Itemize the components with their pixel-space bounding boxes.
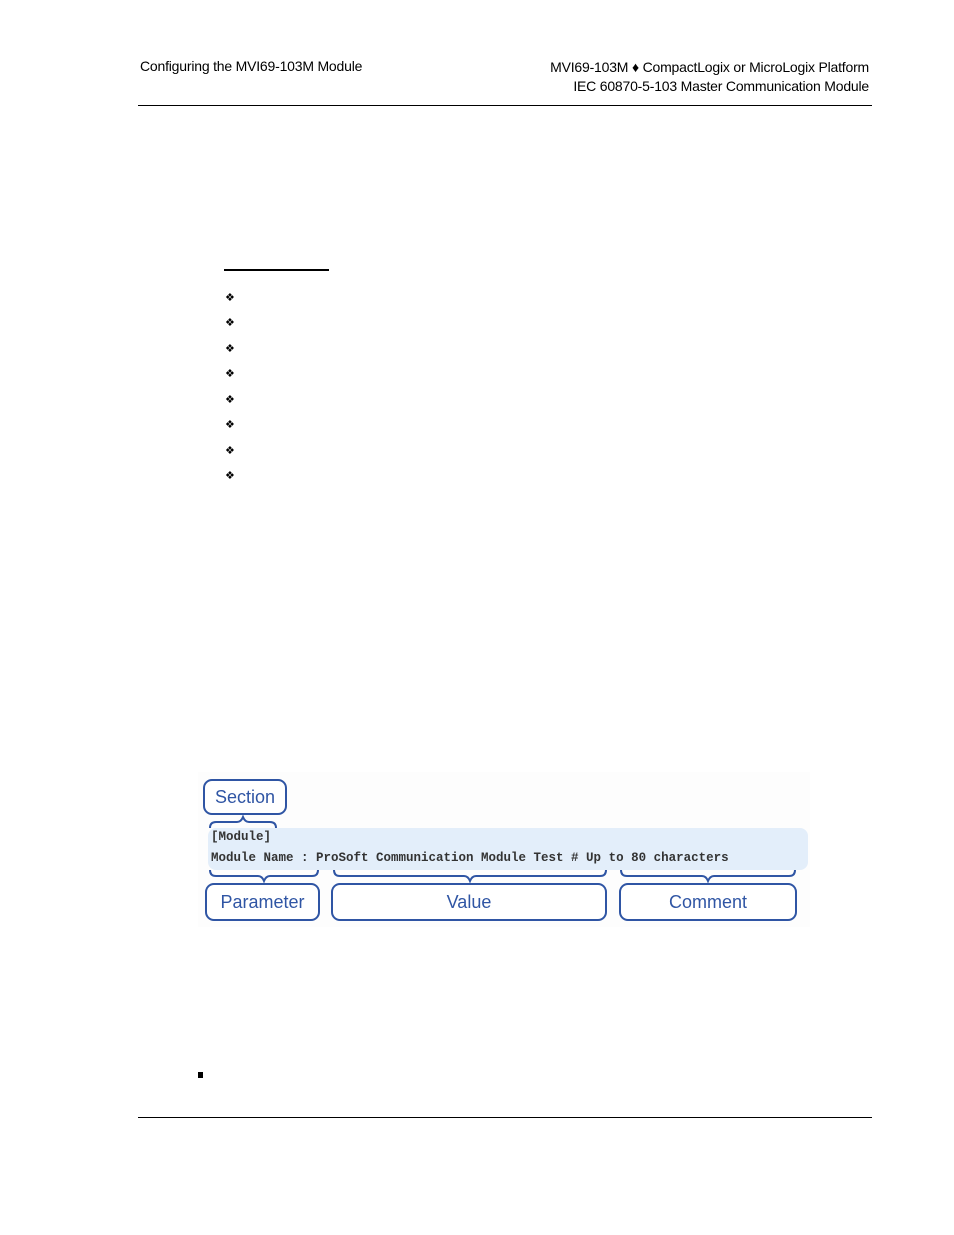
header-product-line2: IEC 60870-5-103 Master Communication Mod… (573, 78, 869, 94)
diamond-bullet-icon: ❖ (225, 292, 235, 304)
diamond-bullet-icon: ❖ (225, 343, 235, 355)
parameter-brace-icon (209, 869, 319, 884)
config-syntax-diagram: Section [Module] Module Name : ProSoft C… (198, 772, 810, 927)
heading-underline (224, 269, 329, 271)
footer-divider (138, 1117, 872, 1118)
comment-brace-icon (620, 869, 796, 884)
value-label: Value (331, 883, 607, 921)
section-label: Section (203, 779, 287, 815)
code-parameter-line: Module Name : ProSoft Communication Modu… (211, 851, 729, 865)
diamond-bullet-icon: ❖ (225, 317, 235, 329)
comment-label: Comment (619, 883, 797, 921)
header-product-line1: MVI69-103M ♦ CompactLogix or MicroLogix … (550, 59, 869, 75)
square-bullet-icon (198, 1072, 203, 1078)
diamond-bullet-icon: ❖ (225, 368, 235, 380)
header-chapter-title: Configuring the MVI69-103M Module (140, 58, 363, 74)
code-section-line: [Module] (211, 830, 272, 844)
diamond-bullet-icon: ❖ (225, 445, 235, 457)
diamond-bullet-icon: ❖ (225, 419, 235, 431)
header-product-title: MVI69-103M ♦ CompactLogix or MicroLogix … (550, 58, 869, 96)
header-divider (138, 105, 872, 106)
diamond-bullet-icon: ❖ (225, 394, 235, 406)
value-brace-icon (333, 869, 607, 884)
parameter-label: Parameter (205, 883, 320, 921)
diamond-bullet-icon: ❖ (225, 470, 235, 482)
